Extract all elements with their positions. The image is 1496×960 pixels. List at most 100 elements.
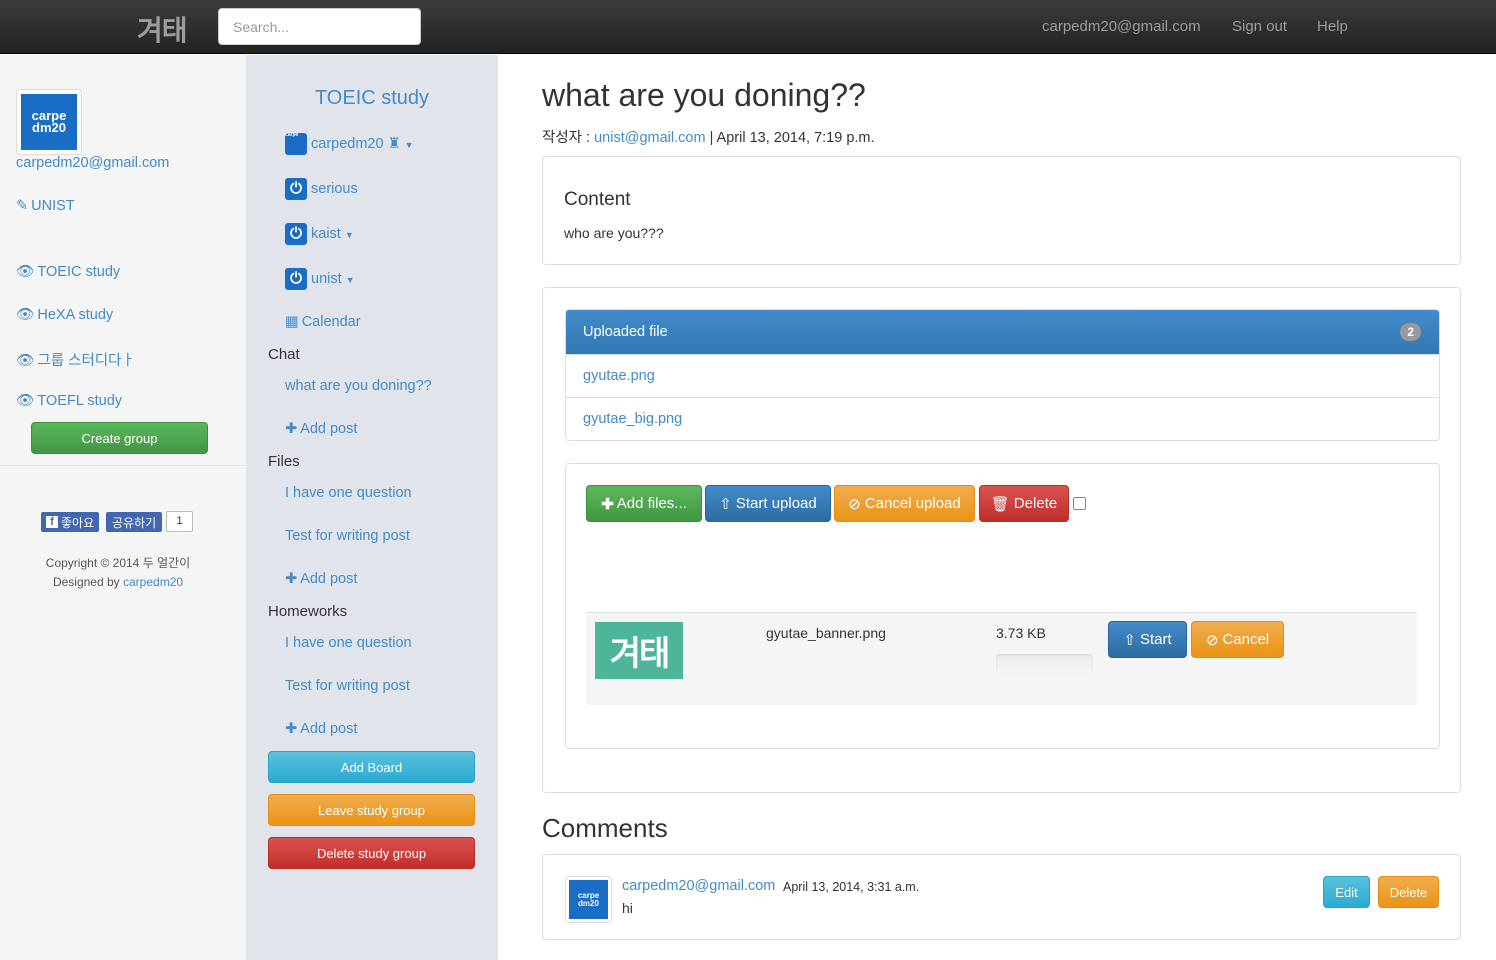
eye-icon: 👁 — [16, 307, 35, 323]
delete-group-button[interactable]: Delete study group — [268, 837, 475, 869]
plus-icon: ✚ — [285, 421, 298, 437]
fb-share-button[interactable]: 공유하기 — [106, 512, 163, 532]
uploaded-files-list: Uploaded file 2 gyutae.png gyutae_big.pn… — [565, 309, 1440, 441]
content-heading: Content — [564, 189, 631, 210]
profile-email-link[interactable]: carpedm20@gmail.com — [16, 155, 169, 171]
upload-queue-row: 겨태 gyutae_banner.png 3.73 KB ⇧ Start ⊘ Can… — [586, 612, 1417, 705]
post-meta: 작성자 : unist@gmail.com | April 13, 2014, … — [542, 126, 875, 147]
member-kaist[interactable]: ⏻ kaist ▼ — [285, 223, 354, 245]
board-title-chat: Chat — [268, 346, 300, 363]
content-panel: Content who are you??? — [542, 156, 1461, 265]
post-link[interactable]: what are you doning?? — [285, 378, 432, 394]
group-sidebar: TOEIC study carpecarpedm20 ♜ ▼ ⏻ serious … — [246, 55, 498, 960]
cancel-file-button[interactable]: ⊘ Cancel — [1191, 621, 1284, 658]
leave-group-button[interactable]: Leave study group — [268, 794, 475, 826]
add-post-label: Add post — [300, 421, 358, 437]
add-post-files[interactable]: ✚ Add post — [285, 571, 357, 587]
plus-icon: ✚ — [285, 721, 298, 737]
main-content: what are you doning?? 작성자 : unist@gmail.… — [498, 55, 1496, 960]
uploaded-files-title: Uploaded file — [583, 324, 668, 340]
member-serious[interactable]: ⏻ serious — [285, 178, 358, 200]
start-upload-label: Start upload — [735, 495, 817, 512]
post-link[interactable]: Test for writing post — [285, 678, 410, 694]
add-post-label: Add post — [300, 721, 358, 737]
member-name: serious — [311, 180, 358, 197]
post-link[interactable]: I have one question — [285, 485, 412, 501]
add-post-chat[interactable]: ✚ Add post — [285, 421, 357, 437]
board-title-files: Files — [268, 453, 300, 470]
group-label: TOEFL study — [37, 393, 123, 409]
files-panel: Uploaded file 2 gyutae.png gyutae_big.pn… — [542, 287, 1461, 793]
group-title[interactable]: TOEIC study — [246, 87, 498, 110]
add-files-label: Add files... — [616, 495, 687, 512]
designer-link[interactable]: carpedm20 — [123, 575, 183, 589]
power-icon: ⏻ — [285, 268, 307, 290]
add-board-button[interactable]: Add Board — [268, 751, 475, 783]
fb-like-label: 좋아요 — [61, 515, 95, 530]
member-unist[interactable]: ⏻ unist ▼ — [285, 268, 355, 290]
comment-item: carpe dm20 carpedm20@gmail.com April 13, … — [542, 854, 1461, 940]
author-link[interactable]: unist@gmail.com — [594, 130, 705, 146]
post-link[interactable]: I have one question — [285, 635, 412, 651]
calendar-label: Calendar — [301, 314, 361, 330]
group-label: 그룹 스터디다ㅏ — [37, 353, 135, 369]
start-file-button[interactable]: ⇧ Start — [1108, 621, 1187, 658]
calendar-link[interactable]: ▦ Calendar — [285, 314, 361, 330]
comment-avatar: carpe dm20 — [565, 876, 612, 923]
uploaded-file-item[interactable]: gyutae.png — [566, 354, 1439, 397]
cancel-upload-button[interactable]: ⊘ Cancel upload — [834, 485, 975, 522]
add-post-homeworks[interactable]: ✚ Add post — [285, 721, 357, 737]
brand-logo[interactable]: 겨태 — [137, 9, 188, 49]
ban-icon: ⊘ — [848, 495, 861, 513]
create-group-button[interactable]: Create group — [31, 422, 208, 454]
facebook-icon: f — [46, 516, 58, 528]
add-files-button[interactable]: ✚ Add files... — [586, 485, 702, 522]
user-avatar: carpe dm20 — [16, 89, 82, 155]
member-carpedm20[interactable]: carpecarpedm20 ♜ ▼ — [285, 133, 414, 155]
avatar-text-line2: dm20 — [578, 898, 599, 908]
delete-files-label: Delete — [1013, 495, 1058, 512]
group-label: TOEIC study — [37, 264, 121, 280]
designed-by-label: Designed by — [52, 575, 120, 589]
cancel-upload-label: Cancel upload — [864, 495, 961, 512]
queue-file-name: gyutae_banner.png — [766, 625, 886, 641]
sidebar-group-hexa[interactable]: 👁 HeXA study — [16, 306, 113, 323]
eye-slash-icon: 👁 — [16, 353, 35, 369]
comment-author[interactable]: carpedm20@gmail.com — [622, 878, 775, 894]
content-body: who are you??? — [564, 225, 664, 241]
select-all-checkbox[interactable] — [1073, 497, 1086, 510]
member-name: carpedm20 — [311, 135, 384, 152]
crown-icon: ♜ — [387, 135, 401, 152]
post-link[interactable]: Test for writing post — [285, 528, 410, 544]
add-post-label: Add post — [300, 571, 358, 587]
caret-down-icon: ▼ — [345, 274, 355, 285]
search-input[interactable] — [218, 8, 421, 45]
nav-user-email[interactable]: carpedm20@gmail.com — [1042, 18, 1201, 35]
pencil-icon: ✎ — [16, 198, 29, 214]
sidebar-group-toefl[interactable]: 👁 TOEFL study — [16, 392, 122, 409]
caret-down-icon: ▼ — [344, 229, 354, 240]
author-label: 작성자 : — [542, 130, 591, 146]
group-label: HeXA study — [37, 307, 114, 323]
school-label: UNIST — [31, 198, 75, 214]
sidebar-group-korean[interactable]: 👁 그룹 스터디다ㅏ — [16, 349, 135, 370]
power-icon: ⏻ — [285, 223, 307, 245]
school-link[interactable]: ✎ UNIST — [16, 198, 75, 214]
delete-comment-button[interactable]: Delete — [1378, 876, 1439, 908]
fb-like-button[interactable]: f 좋아요 — [41, 512, 100, 532]
ban-icon: ⊘ — [1205, 631, 1219, 649]
uploaded-files-header: Uploaded file 2 — [566, 310, 1439, 354]
upload-icon: ⇧ — [719, 495, 732, 513]
trash-icon: 🗑 — [990, 495, 1010, 513]
start-upload-button[interactable]: ⇧ Start upload — [705, 485, 831, 522]
plus-icon: ✚ — [285, 571, 298, 587]
uploaded-file-item[interactable]: gyutae_big.png — [566, 397, 1439, 440]
nav-sign-out[interactable]: Sign out — [1232, 18, 1287, 35]
comment-text: hi — [622, 900, 633, 916]
sidebar-group-toeic[interactable]: 👁 TOEIC study — [16, 263, 120, 280]
edit-comment-button[interactable]: Edit — [1323, 876, 1370, 908]
profile-sidebar: carpe dm20 carpedm20@gmail.com ✎ UNIST 👁 TO… — [0, 55, 246, 960]
delete-files-button[interactable]: 🗑 Delete — [979, 485, 1069, 522]
nav-help[interactable]: Help — [1317, 18, 1348, 35]
caret-down-icon: ▼ — [404, 139, 414, 150]
